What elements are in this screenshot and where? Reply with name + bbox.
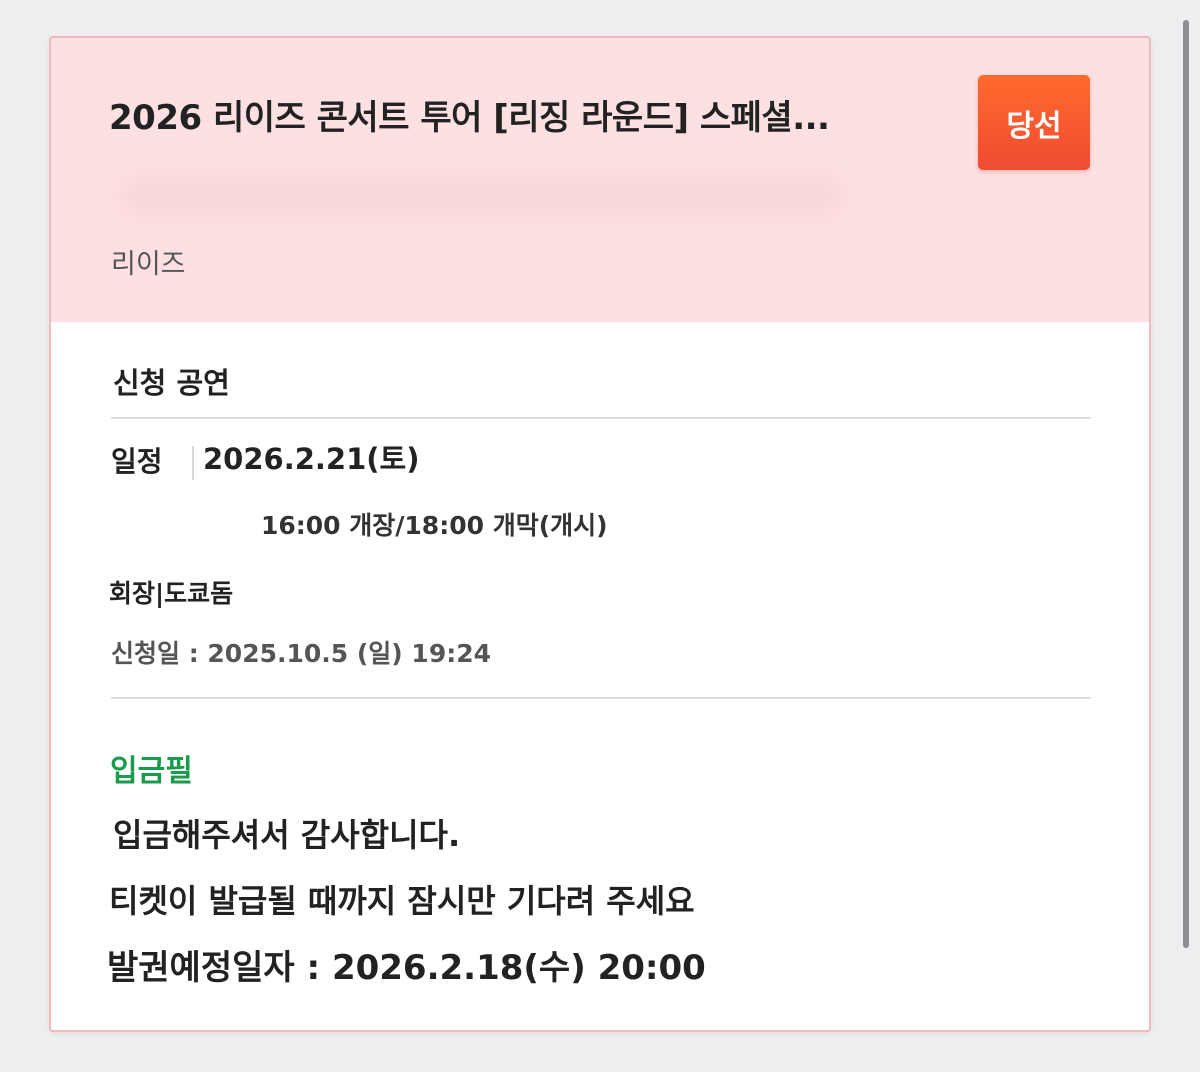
schedule-separator xyxy=(192,446,194,480)
application-date: 신청일 : 2025.10.5 (일) 19:24 xyxy=(111,639,492,668)
ticket-header: 2026 리이즈 콘서트 투어 [리징 라운드] 스페셜... 리이즈 당선 xyxy=(51,38,1149,322)
concert-title[interactable]: 2026 리이즈 콘서트 투어 [리징 라운드] 스페셜... xyxy=(109,90,899,139)
venue: 회장|도쿄돔 xyxy=(109,579,234,608)
ticket-card: 2026 리이즈 콘서트 투어 [리징 라운드] 스페셜... 리이즈 당선 신… xyxy=(49,36,1151,1032)
payment-status: 입금필 xyxy=(110,754,193,789)
issue-date: 발권예정일자 : 2026.2.18(수) 20:00 xyxy=(107,948,706,988)
artist-name: 리이즈 xyxy=(111,249,186,280)
thanks-message: 입금해주셔서 감사합니다. xyxy=(113,816,461,854)
section-title: 신청 공연 xyxy=(113,366,230,400)
scrollbar[interactable] xyxy=(1183,20,1189,948)
win-status-badge: 당선 xyxy=(978,75,1090,170)
divider-top xyxy=(111,417,1091,419)
schedule-time: 16:00 개장/18:00 개막(개시) xyxy=(261,511,608,540)
schedule-label: 일정 xyxy=(111,445,163,478)
divider-bottom xyxy=(111,697,1091,699)
wait-message: 티켓이 발급될 때까지 잠시만 기다려 주세요 xyxy=(109,882,695,920)
schedule-date: 2026.2.21(토) xyxy=(203,442,420,476)
blurred-subtitle xyxy=(121,176,841,216)
